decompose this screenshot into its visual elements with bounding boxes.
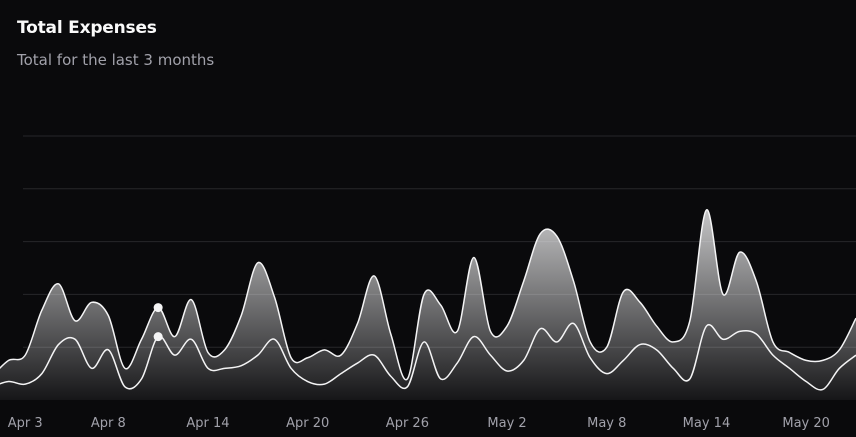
x-tick-label: May 20 (782, 416, 830, 431)
x-tick-label: Apr 3 (8, 416, 43, 431)
series-layer (0, 209, 856, 400)
x-tick-label: Apr 20 (286, 416, 329, 431)
total-expenses-card: Total Expenses Total for the last 3 mont… (0, 0, 856, 437)
stacked-area-chart[interactable]: Apr 3 Apr 8 Apr 14 Apr 20 Apr 26 May 2 May 8 Ma… (0, 0, 856, 437)
series-2-active-dot[interactable] (153, 303, 163, 313)
x-axis-ticks: Apr 3 Apr 8 Apr 14 Apr 20 Apr 26 May 2 May 8 Ma… (8, 416, 830, 431)
x-tick-label: Apr 14 (186, 416, 229, 431)
x-tick-label: May 14 (683, 416, 731, 431)
series-1-active-dot[interactable] (153, 332, 163, 342)
x-tick-label: May 8 (587, 416, 626, 431)
x-tick-label: May 2 (487, 416, 526, 431)
x-tick-label: Apr 26 (386, 416, 429, 431)
x-tick-label: Apr 8 (91, 416, 126, 431)
